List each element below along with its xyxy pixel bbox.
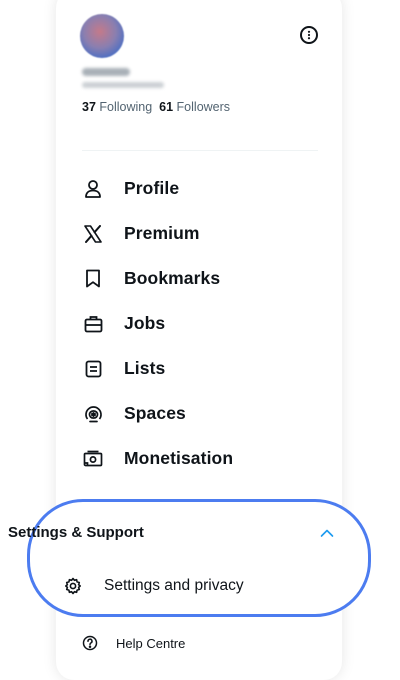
x-logo-icon: [83, 224, 103, 244]
help-icon: [82, 635, 98, 651]
nav-item-monetisation[interactable]: Monetisation: [56, 436, 342, 481]
nav-item-profile[interactable]: Profile: [56, 166, 342, 211]
settings-and-privacy-label: Settings and privacy: [104, 577, 244, 594]
nav-item-premium[interactable]: Premium: [56, 211, 342, 256]
followers-link[interactable]: 61 Followers: [159, 100, 230, 114]
divider: [82, 150, 318, 151]
person-icon: [83, 179, 103, 199]
avatar[interactable]: [80, 14, 124, 58]
following-link[interactable]: 37 Following: [82, 100, 152, 114]
briefcase-icon: [83, 314, 103, 334]
money-icon: [83, 449, 103, 469]
nav-item-bookmarks[interactable]: Bookmarks: [56, 256, 342, 301]
chevron-up-icon[interactable]: [320, 528, 334, 538]
spaces-icon: [83, 404, 103, 424]
nav-item-spaces[interactable]: Spaces: [56, 391, 342, 436]
nav-label-bookmarks: Bookmarks: [124, 268, 221, 288]
more-options-button[interactable]: [300, 26, 318, 44]
following-count: 37: [82, 100, 96, 114]
nav-label-jobs: Jobs: [124, 313, 166, 333]
more-vertical-icon: [307, 30, 311, 40]
gear-icon: [65, 577, 81, 595]
bookmark-icon: [83, 269, 103, 289]
settings-support-highlight: [27, 499, 371, 617]
nav-label-monetisation: Monetisation: [124, 448, 234, 468]
nav-item-lists[interactable]: Lists: [56, 346, 342, 391]
help-centre-item[interactable]: Help Centre: [82, 632, 185, 654]
nav-label-premium: Premium: [124, 223, 200, 243]
nav-menu: Profile Premium Bookmarks Jobs Lists Spa…: [56, 166, 342, 481]
help-centre-label: Help Centre: [116, 635, 186, 651]
settings-support-header[interactable]: Settings & Support: [8, 524, 144, 541]
settings-and-privacy-item[interactable]: Settings and privacy: [64, 574, 244, 598]
nav-label-lists: Lists: [124, 358, 166, 378]
nav-item-jobs[interactable]: Jobs: [56, 301, 342, 346]
username-redacted: [82, 82, 164, 88]
nav-label-profile: Profile: [124, 178, 180, 198]
list-icon: [83, 359, 103, 379]
following-label: Following: [99, 100, 153, 114]
followers-count: 61: [159, 100, 174, 114]
nav-label-spaces: Spaces: [124, 403, 186, 423]
display-name-redacted: [82, 68, 130, 76]
follow-stats: 37 Following 61 Followers: [82, 100, 230, 114]
followers-label: Followers: [176, 100, 231, 114]
